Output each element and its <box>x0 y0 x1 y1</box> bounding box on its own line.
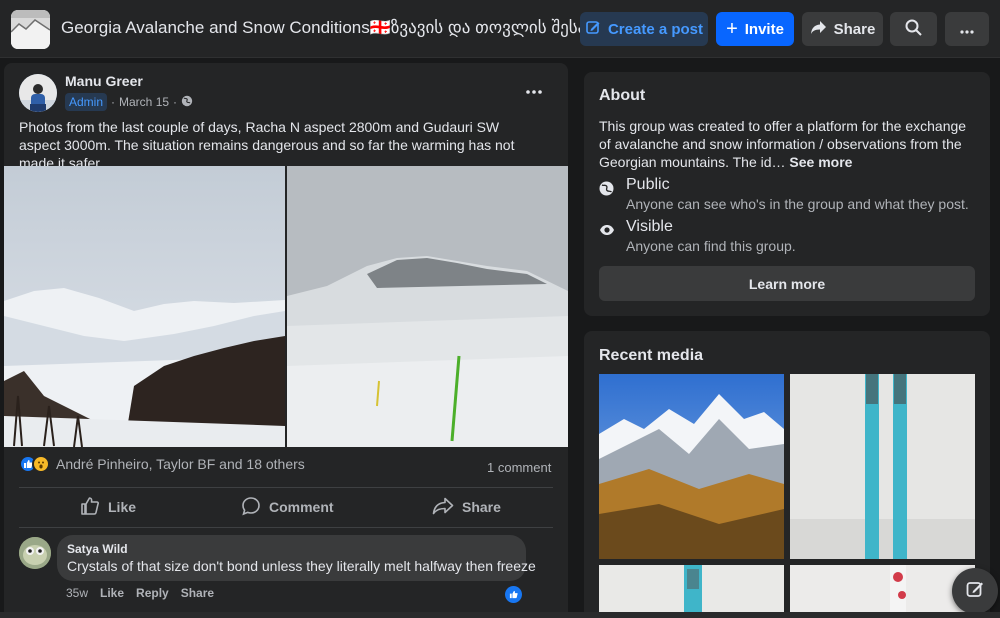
meta-separator: · <box>111 95 116 109</box>
post-meta: Admin · March 15 · <box>65 93 193 111</box>
post-body-text: Photos from the last couple of days, Rac… <box>19 119 515 171</box>
media-thumb-ski-close[interactable] <box>599 565 784 618</box>
author-avatar[interactable] <box>19 74 57 112</box>
post-photo-gudauri[interactable] <box>287 166 568 447</box>
privacy-public-description: Anyone can see who's in the group and wh… <box>626 196 969 212</box>
media-thumb-skis[interactable] <box>790 374 975 559</box>
post-author-name[interactable]: Manu Greer <box>65 73 143 89</box>
visibility-description: Anyone can find this group. <box>626 238 796 254</box>
share-post-button[interactable]: Share <box>432 495 501 519</box>
more-options-button[interactable] <box>945 12 989 46</box>
comment-count[interactable]: 1 comment <box>487 460 551 475</box>
comment-text: Crystals of that size don't bond unless … <box>67 558 536 574</box>
comment-meta: 35w Like Reply Share <box>66 586 214 600</box>
comment-like-reaction-icon[interactable] <box>505 586 522 603</box>
commenter-avatar[interactable] <box>19 537 51 569</box>
invite-button[interactable]: + Invite <box>716 12 794 46</box>
recent-media-card: Recent media <box>584 331 990 618</box>
post-photo-racha[interactable] <box>4 166 285 447</box>
share-label: Share <box>833 20 876 38</box>
recent-media-title: Recent media <box>599 347 704 364</box>
plus-icon: + <box>726 18 738 40</box>
share-group-button[interactable]: Share <box>802 12 883 46</box>
meta-separator: · <box>173 95 178 109</box>
eye-icon <box>599 223 614 238</box>
comment-share-button[interactable]: Share <box>181 586 214 600</box>
comment-button[interactable]: Comment <box>241 495 334 519</box>
create-post-button[interactable]: Create a post <box>580 12 708 46</box>
more-horizontal-icon <box>526 81 542 98</box>
privacy-public-row: Public Anyone can see who's in the group… <box>599 175 969 213</box>
divider <box>19 487 553 488</box>
thumbs-up-icon <box>80 496 100 519</box>
learn-more-button[interactable]: Learn more <box>599 266 975 301</box>
media-thumb-mountain[interactable] <box>599 374 784 559</box>
new-message-button[interactable] <box>952 568 998 614</box>
visibility-title: Visible <box>626 218 673 235</box>
about-description: This group was created to offer a platfo… <box>599 117 975 171</box>
about-description-text: This group was created to offer a platfo… <box>599 118 967 170</box>
reactions-summary[interactable]: André Pinheiro, Taylor BF and 18 others <box>19 455 305 473</box>
comment-bubble-icon <box>241 496 261 519</box>
comment-bubble: Satya Wild Crystals of that size don't b… <box>57 535 536 581</box>
comment-reply-button[interactable]: Reply <box>136 586 169 600</box>
share-arrow-icon <box>810 20 827 39</box>
share-label: Share <box>462 499 501 515</box>
post-options-button[interactable] <box>526 81 542 99</box>
media-thumb-ski-binding[interactable] <box>790 565 975 618</box>
comment-like-button[interactable]: Like <box>100 586 124 600</box>
feed-post: Manu Greer Admin · March 15 · Photos fro… <box>4 63 568 618</box>
group-header-bar: Georgia Avalanche and Snow Conditions🇬🇪ზ… <box>0 0 1000 58</box>
admin-badge[interactable]: Admin <box>65 93 108 111</box>
compose-icon <box>965 579 985 604</box>
edit-icon <box>585 19 601 39</box>
commenter-name[interactable]: Satya Wild <box>67 542 128 556</box>
group-cover-thumbnail[interactable] <box>11 10 50 49</box>
more-horizontal-icon <box>960 21 974 38</box>
search-icon <box>905 19 922 40</box>
globe-icon <box>181 95 193 110</box>
wow-reaction-icon <box>32 455 50 473</box>
browser-status-bar <box>0 612 1000 618</box>
like-button[interactable]: Like <box>80 495 136 519</box>
share-arrow-icon <box>432 497 454 518</box>
create-post-label: Create a post <box>607 20 704 38</box>
globe-icon <box>599 181 614 196</box>
invite-label: Invite <box>744 20 784 38</box>
like-label: Like <box>108 499 137 515</box>
post-date[interactable]: March 15 <box>119 95 169 109</box>
group-title[interactable]: Georgia Avalanche and Snow Conditions🇬🇪ზ… <box>61 18 613 38</box>
reaction-names: André Pinheiro, Taylor BF and 18 others <box>56 456 305 472</box>
search-button[interactable] <box>890 12 937 46</box>
comment-label: Comment <box>269 499 334 515</box>
visibility-row: Visible Anyone can find this group. <box>599 217 796 255</box>
about-card: About This group was created to offer a … <box>584 72 990 316</box>
privacy-public-title: Public <box>626 176 670 193</box>
comment-age[interactable]: 35w <box>66 586 88 600</box>
see-more-link[interactable]: See more <box>789 154 852 170</box>
about-title: About <box>599 87 646 104</box>
divider <box>19 527 553 528</box>
